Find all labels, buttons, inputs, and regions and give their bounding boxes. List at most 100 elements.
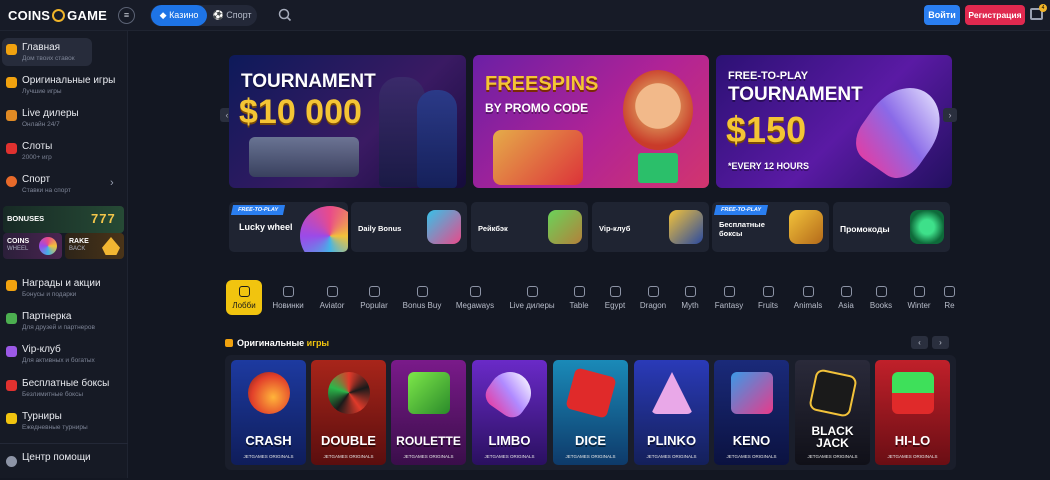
tab-fantasy[interactable]: Fantasy (713, 280, 745, 315)
tab-live-dealers[interactable]: Live дилеры (508, 280, 556, 315)
sidebar-item-slots[interactable]: Слоты 2000+ игр (0, 137, 128, 167)
register-button[interactable]: Регистрация (965, 5, 1025, 25)
ankh-icon (609, 286, 621, 297)
game-card-hi-lo[interactable]: HI-LO JETGAMES ORIGINALS (875, 360, 950, 465)
search-icon[interactable] (276, 6, 294, 24)
games-prev-button[interactable]: ‹ (911, 336, 928, 349)
casino-tab[interactable]: ◆ Казино (151, 5, 207, 26)
promo-promocodes[interactable]: Промокоды (833, 202, 950, 252)
coins-wheel-card[interactable]: COINS WHEEL (3, 233, 62, 259)
promo-vip-club[interactable]: Vip-клуб (592, 202, 709, 252)
category-label: Новинки (272, 301, 304, 310)
game-card-plinko[interactable]: PLINKO JETGAMES ORIGINALS (634, 360, 709, 465)
tab-popular[interactable]: Popular (358, 280, 390, 315)
promo-rakeback[interactable]: Рейкбэк (471, 202, 588, 252)
vip-icon (6, 346, 17, 357)
promo-free-boxes[interactable]: FREE-TO-PLAY Бесплатные боксы (712, 202, 829, 252)
tab-animals[interactable]: Animals (791, 280, 825, 315)
sidebar-item-tournaments[interactable]: Турниры Ежедневные турниры (0, 407, 128, 437)
category-label: Egypt (604, 301, 626, 310)
sidebar-item-vip[interactable]: Vip-клуб Для активных и богатых (0, 340, 128, 370)
rakeback-bottom: BACK (69, 246, 86, 252)
sidebar-item-free-boxes[interactable]: Бесплатные боксы Безлимитные боксы (0, 374, 128, 404)
tab-aviator[interactable]: Aviator (316, 280, 348, 315)
rocket-icon (282, 286, 294, 297)
banner-freespins[interactable]: FREESPINS BY PROMO CODE (473, 55, 709, 188)
game-card-crash[interactable]: CRASH JETGAMES ORIGINALS (231, 360, 306, 465)
sidebar-item-help[interactable]: Центр помощи (0, 450, 128, 480)
sidebar-item-sub: Онлайн 24/7 (22, 121, 60, 128)
tab-fruits[interactable]: Fruits (755, 280, 781, 315)
game-title: LIMBO (488, 433, 531, 448)
plane-icon (326, 286, 338, 297)
sidebar-item-rewards[interactable]: Награды и акции Бонусы и подарки (0, 274, 128, 304)
dino-icon (802, 286, 814, 297)
login-button[interactable]: Войти (924, 5, 960, 25)
category-label: Table (569, 301, 589, 310)
roulette-wheel-image (328, 372, 370, 414)
section-title: Оригинальные игры (225, 338, 329, 348)
casino-tab-label: Казино (169, 10, 199, 20)
games-next-button[interactable]: › (932, 336, 949, 349)
sport-tab[interactable]: ⚽ Спорт (208, 5, 256, 26)
tab-megaways[interactable]: Megaways (454, 280, 496, 315)
sidebar-item-home[interactable]: Главная Дом твоих ставок (0, 38, 128, 68)
game-card-double[interactable]: DOUBLE JETGAMES ORIGINALS (311, 360, 386, 465)
banner-free-tournament[interactable]: FREE-TO-PLAY TOURNAMENT $150 *EVERY 12 H… (716, 55, 952, 188)
banner-next-button[interactable]: › (943, 108, 957, 122)
tab-winter[interactable]: Winter (905, 280, 933, 315)
promo-daily-bonus[interactable]: Daily Bonus (351, 202, 467, 252)
promo-lucky-wheel[interactable]: FREE-TO-PLAY Lucky wheel (229, 202, 348, 252)
section-switch: ◆ Казино ⚽ Спорт (150, 5, 257, 26)
category-label: Winter (907, 301, 931, 310)
menu-toggle-button[interactable]: ≡ (118, 7, 135, 24)
bonuses-card[interactable]: BONUSES 777 (3, 206, 124, 233)
sidebar-item-sport[interactable]: Спорт Ставки на спорт › (0, 170, 128, 200)
rakeback-card[interactable]: RAKE BACK (65, 233, 124, 259)
banner-prize: $150 (726, 109, 807, 150)
game-card-keno[interactable]: KENO JETGAMES ORIGINALS (714, 360, 789, 465)
game-provider: JETGAMES ORIGINALS (726, 454, 777, 459)
dragon-icon (647, 286, 659, 297)
banner-tournament[interactable]: TOURNAMENT $10 000 (229, 55, 466, 188)
gift-icon (416, 286, 428, 297)
game-card-roulette[interactable]: ROULETTE JETGAMES ORIGINALS (391, 360, 466, 465)
category-label: Fantasy (714, 301, 744, 310)
sidebar-divider (0, 443, 128, 444)
game-card-limbo[interactable]: LIMBO JETGAMES ORIGINALS (472, 360, 547, 465)
tab-books[interactable]: Books (868, 280, 894, 315)
sidebar-item-partners[interactable]: Партнерка Для друзей и партнеров (0, 307, 128, 337)
category-label: Megaways (455, 301, 495, 310)
tab-more[interactable]: Re (943, 280, 956, 315)
sidebar-item-label: Бесплатные боксы (22, 378, 110, 389)
tab-lobby[interactable]: Лобби (226, 280, 262, 315)
sidebar-item-sub: Ставки на спорт (22, 187, 71, 194)
games-row: CRASH JETGAMES ORIGINALS DOUBLE JETGAMES… (225, 355, 956, 470)
chat-icon[interactable]: 4 (1030, 4, 1047, 20)
tab-new[interactable]: Новинки (270, 280, 306, 315)
section-title-accent: игры (306, 338, 330, 348)
site-logo[interactable]: COINS GAME (8, 8, 107, 23)
game-card-blackjack[interactable]: BLACK JACK JETGAMES ORIGINALS (795, 360, 870, 465)
tab-bonus-buy[interactable]: Bonus Buy (401, 280, 443, 315)
confetti-icon (910, 210, 944, 244)
tab-myth[interactable]: Myth (677, 280, 703, 315)
snowflake-icon (913, 286, 925, 297)
game-card-dice[interactable]: DICE JETGAMES ORIGINALS (553, 360, 628, 465)
tab-table[interactable]: Table (565, 280, 593, 315)
game-provider: JETGAMES ORIGINALS (565, 454, 616, 459)
tab-dragon[interactable]: Dragon (637, 280, 669, 315)
book-icon (875, 286, 887, 297)
help-icon (6, 456, 17, 467)
category-label: Bonus Buy (402, 301, 442, 310)
promo-label: Рейкбэк (478, 224, 508, 233)
sidebar-item-live[interactable]: Live дилеры Онлайн 24/7 (0, 104, 128, 134)
sidebar-item-sub: 2000+ игр (22, 154, 52, 161)
sidebar-item-originals[interactable]: Оригинальные игры Лучшие игры (0, 71, 128, 101)
cube-icon (225, 339, 233, 347)
banner-title: TOURNAMENT (241, 71, 376, 92)
sidebar-item-sub: Для активных и богатых (22, 357, 95, 364)
tab-egypt[interactable]: Egypt (601, 280, 629, 315)
game-title: KENO (732, 433, 771, 448)
tab-asia[interactable]: Asia (835, 280, 857, 315)
